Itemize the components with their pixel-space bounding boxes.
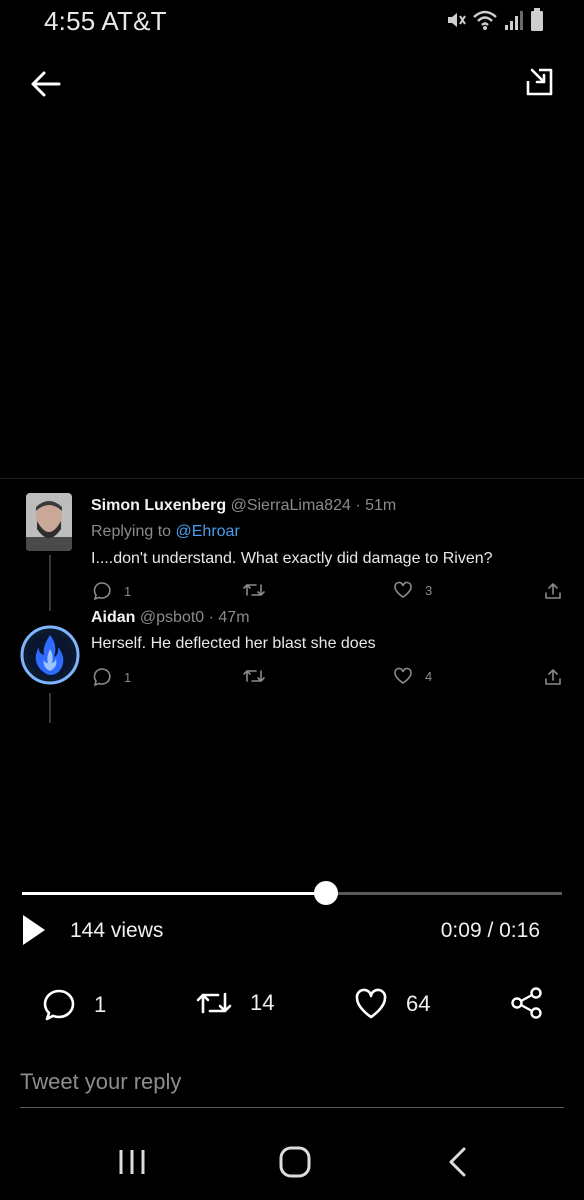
tweet-share bbox=[543, 667, 563, 687]
tweet-header: Simon Luxenberg @SierraLima824 · 51m bbox=[91, 497, 396, 515]
play-button[interactable] bbox=[22, 914, 46, 946]
tweet-actions: 1 3 bbox=[0, 581, 584, 605]
mention-link: @Ehroar bbox=[175, 523, 240, 540]
video-time: 0:09 / 0:16 bbox=[440, 919, 540, 942]
tweet-actions: 1 4 bbox=[0, 667, 584, 691]
tweet-share bbox=[543, 581, 563, 601]
signal-icon bbox=[505, 11, 523, 30]
tweet-header: Aidan @psbot0 · 47m bbox=[91, 609, 250, 627]
thread-line bbox=[49, 693, 51, 723]
share-icon bbox=[511, 987, 542, 1019]
view-count: 144 views bbox=[70, 919, 164, 942]
reply-icon bbox=[43, 989, 75, 1021]
share-button[interactable] bbox=[510, 986, 544, 1020]
upload-icon bbox=[545, 583, 561, 599]
reply-count: 1 bbox=[124, 669, 132, 685]
video-progress-bar[interactable] bbox=[22, 881, 562, 905]
reply-input[interactable] bbox=[20, 1062, 564, 1102]
mute-icon bbox=[448, 13, 466, 27]
tweet-reply-count: 1 bbox=[92, 581, 131, 601]
avatar bbox=[26, 493, 72, 551]
reply-count: 1 bbox=[94, 992, 107, 1017]
tweet-author-name: Aidan bbox=[91, 609, 136, 626]
retweet-icon bbox=[243, 584, 265, 596]
reply-button[interactable]: 1 bbox=[42, 988, 106, 1022]
nav-back-button[interactable] bbox=[436, 1140, 480, 1184]
picture-in-picture-icon bbox=[526, 68, 553, 96]
heart-icon bbox=[355, 988, 387, 1019]
tweet-retweet-count bbox=[243, 667, 277, 685]
tweet-reply-count: 1 bbox=[92, 667, 131, 687]
progress-scrubber[interactable] bbox=[314, 881, 339, 905]
reply-divider bbox=[20, 1107, 564, 1108]
tweet-handle: @psbot0 · 47m bbox=[139, 609, 250, 626]
tweet-like-count: 3 bbox=[393, 581, 432, 599]
tweet-like-count: 4 bbox=[393, 667, 432, 685]
status-bar: 4:55 AT&T bbox=[0, 0, 584, 40]
upload-icon bbox=[545, 669, 561, 685]
recent-apps-button[interactable] bbox=[110, 1140, 154, 1184]
like-count: 4 bbox=[425, 668, 433, 684]
clock: 4:55 bbox=[44, 6, 96, 36]
status-time: 4:55 AT&T bbox=[44, 6, 167, 37]
like-count: 64 bbox=[406, 991, 431, 1016]
heart-icon bbox=[394, 581, 412, 598]
heart-icon bbox=[394, 667, 412, 684]
retweet-count: 14 bbox=[250, 990, 275, 1015]
tweet-text: I....don't understand. What exactly did … bbox=[91, 550, 493, 567]
like-count: 3 bbox=[425, 582, 433, 598]
tweet-author-name: Simon Luxenberg bbox=[91, 497, 227, 514]
replying-label: Replying to bbox=[91, 523, 176, 540]
progress-fill bbox=[22, 892, 327, 895]
arrow-left-icon bbox=[31, 71, 61, 97]
back-button[interactable] bbox=[28, 66, 64, 102]
video-frame[interactable]: Simon Luxenberg @SierraLima824 · 51m Rep… bbox=[0, 478, 584, 723]
wifi-icon bbox=[473, 10, 497, 30]
retweet-icon bbox=[196, 992, 232, 1014]
reply-icon bbox=[93, 668, 111, 687]
status-icons bbox=[446, 8, 544, 32]
reply-count: 1 bbox=[124, 583, 132, 599]
chevron-left-icon bbox=[449, 1147, 466, 1177]
tweet-retweet-count bbox=[243, 581, 277, 599]
retweet-icon bbox=[243, 670, 265, 682]
recent-apps-icon bbox=[119, 1150, 145, 1174]
play-icon bbox=[23, 915, 45, 945]
reply-icon bbox=[93, 582, 111, 601]
like-button[interactable]: 64 bbox=[354, 988, 430, 1020]
picture-in-picture-button[interactable] bbox=[522, 64, 558, 100]
tweet-text: Herself. He deflected her blast she does bbox=[91, 635, 376, 652]
home-button[interactable] bbox=[273, 1140, 317, 1184]
home-icon bbox=[279, 1146, 311, 1178]
carrier: AT&T bbox=[101, 6, 167, 36]
battery-icon bbox=[531, 8, 543, 31]
replying-to: Replying to @Ehroar bbox=[91, 523, 240, 541]
tweet-handle: @SierraLima824 · 51m bbox=[230, 497, 397, 514]
retweet-button[interactable]: 14 bbox=[196, 988, 274, 1018]
